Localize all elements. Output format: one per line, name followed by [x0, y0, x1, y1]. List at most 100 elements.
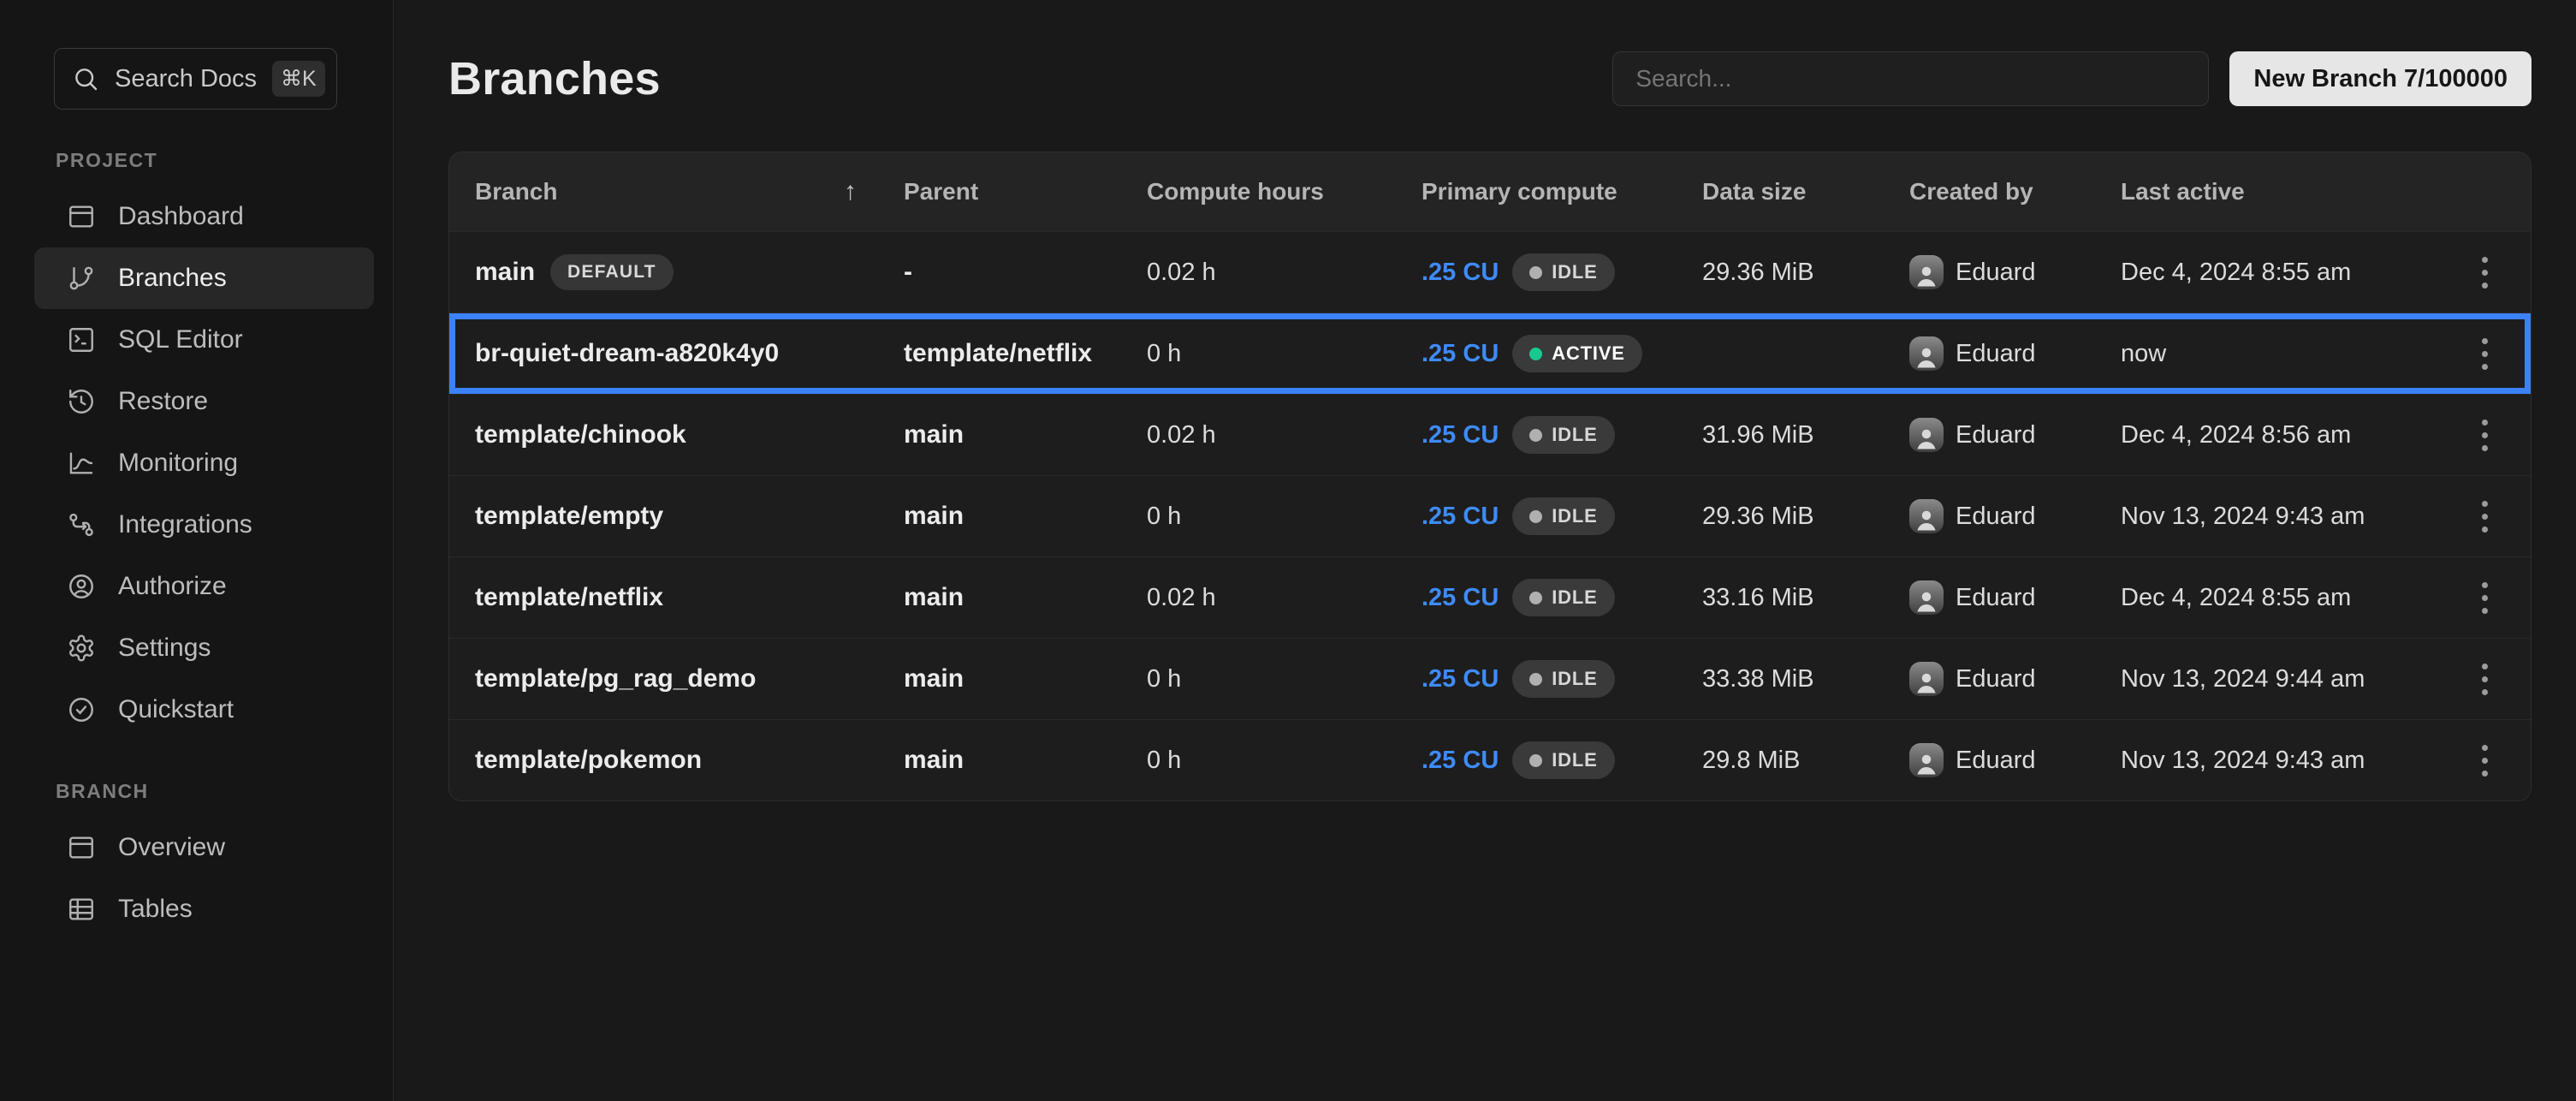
- status-label: IDLE: [1552, 749, 1597, 771]
- created-by-name: Eduard: [1956, 421, 2036, 449]
- search-docs-button[interactable]: Search Docs ⌘K: [54, 48, 337, 110]
- page-title: Branches: [448, 52, 661, 105]
- status-badge: IDLE: [1512, 253, 1614, 291]
- branch-name: br-quiet-dream-a820k4y0: [475, 339, 779, 368]
- status-badge: IDLE: [1512, 579, 1614, 616]
- compute-size-link[interactable]: .25 CU: [1422, 665, 1499, 693]
- sidebar-item-sql-editor[interactable]: SQL Editor: [34, 309, 374, 371]
- sidebar: Search Docs ⌘K PROJECT Dashboard Branche…: [0, 0, 394, 1101]
- status-badge: IDLE: [1512, 416, 1614, 454]
- row-menu-button[interactable]: [2461, 411, 2509, 459]
- last-active: Nov 13, 2024 9:43 am: [2121, 503, 2439, 531]
- table-row[interactable]: template/chinook main 0.02 h .25 CU IDLE…: [449, 394, 2531, 475]
- status-label: IDLE: [1552, 424, 1597, 446]
- nav-section-label: BRANCH: [56, 780, 374, 803]
- compute-hours: 0 h: [1147, 747, 1422, 775]
- table-row[interactable]: template/empty main 0 h .25 CU IDLE 29.3…: [449, 475, 2531, 556]
- column-header-created-by[interactable]: Created by: [1909, 178, 2121, 205]
- column-header-compute-hours[interactable]: Compute hours: [1147, 178, 1422, 205]
- restore-icon: [67, 387, 96, 416]
- status-badge: ACTIVE: [1512, 335, 1641, 372]
- row-menu-button[interactable]: [2461, 736, 2509, 784]
- compute-size-link[interactable]: .25 CU: [1422, 259, 1499, 287]
- parent-branch: template/netflix: [904, 339, 1147, 368]
- table-row[interactable]: br-quiet-dream-a820k4y0 template/netflix…: [449, 312, 2531, 394]
- compute-size-link[interactable]: .25 CU: [1422, 584, 1499, 612]
- compute-size-link[interactable]: .25 CU: [1422, 421, 1499, 449]
- sort-ascending-icon[interactable]: ↑: [844, 177, 857, 206]
- created-by-name: Eduard: [1956, 665, 2036, 693]
- column-header-last-active[interactable]: Last active: [2121, 178, 2439, 205]
- compute-hours: 0 h: [1147, 503, 1422, 531]
- main-content: Branches New Branch 7/100000 Branch ↑ Pa…: [394, 0, 2576, 1101]
- data-size: 33.38 MiB: [1702, 665, 1909, 693]
- last-active: Dec 4, 2024 8:55 am: [2121, 584, 2439, 612]
- compute-size-link[interactable]: .25 CU: [1422, 340, 1499, 368]
- created-by-name: Eduard: [1956, 584, 2036, 612]
- nav-section: PROJECT Dashboard Branches SQL Editor Re…: [34, 149, 374, 741]
- table-row[interactable]: main DEFAULT - 0.02 h .25 CU IDLE 29.36 …: [449, 231, 2531, 312]
- row-menu-button[interactable]: [2461, 574, 2509, 622]
- quickstart-icon: [67, 695, 96, 724]
- status-label: ACTIVE: [1552, 342, 1624, 365]
- sidebar-item-overview[interactable]: Overview: [34, 817, 374, 878]
- data-size: 29.8 MiB: [1702, 747, 1909, 775]
- compute-hours: 0.02 h: [1147, 259, 1422, 287]
- column-header-primary-compute[interactable]: Primary compute: [1422, 178, 1702, 205]
- status-label: IDLE: [1552, 668, 1597, 690]
- column-header-data-size[interactable]: Data size: [1702, 178, 1909, 205]
- compute-size-link[interactable]: .25 CU: [1422, 503, 1499, 531]
- table-row[interactable]: template/netflix main 0.02 h .25 CU IDLE…: [449, 556, 2531, 638]
- column-header-parent[interactable]: Parent: [904, 178, 1147, 205]
- compute-hours: 0.02 h: [1147, 421, 1422, 449]
- status-badge: IDLE: [1512, 741, 1614, 779]
- branches-table: Branch ↑ Parent Compute hours Primary co…: [448, 152, 2531, 801]
- row-menu-button[interactable]: [2461, 655, 2509, 703]
- sidebar-item-integrations[interactable]: Integrations: [34, 494, 374, 556]
- branch-name: template/pokemon: [475, 746, 702, 775]
- data-size: 31.96 MiB: [1702, 421, 1909, 449]
- dashboard-icon: [67, 202, 96, 231]
- status-label: IDLE: [1552, 586, 1597, 609]
- status-dot: [1529, 429, 1542, 442]
- compute-size-link[interactable]: .25 CU: [1422, 747, 1499, 775]
- table-row[interactable]: template/pg_rag_demo main 0 h .25 CU IDL…: [449, 638, 2531, 719]
- overview-icon: [67, 833, 96, 862]
- branch-name: main: [475, 258, 535, 287]
- status-dot: [1529, 510, 1542, 523]
- table-row[interactable]: template/pokemon main 0 h .25 CU IDLE 29…: [449, 719, 2531, 800]
- parent-branch: -: [904, 258, 1147, 287]
- branch-name: template/pg_rag_demo: [475, 664, 756, 693]
- sidebar-item-monitoring[interactable]: Monitoring: [34, 432, 374, 494]
- sidebar-item-quickstart[interactable]: Quickstart: [34, 679, 374, 741]
- status-badge: IDLE: [1512, 497, 1614, 535]
- column-header-branch[interactable]: Branch ↑: [475, 177, 904, 206]
- settings-icon: [67, 634, 96, 663]
- avatar: [1909, 662, 1944, 696]
- compute-hours: 0.02 h: [1147, 584, 1422, 612]
- status-dot: [1529, 266, 1542, 279]
- branch-search-input[interactable]: [1612, 51, 2209, 106]
- parent-branch: main: [904, 420, 1147, 449]
- table-header-row: Branch ↑ Parent Compute hours Primary co…: [449, 152, 2531, 231]
- sidebar-item-dashboard[interactable]: Dashboard: [34, 186, 374, 247]
- last-active: Nov 13, 2024 9:43 am: [2121, 747, 2439, 775]
- compute-hours: 0 h: [1147, 340, 1422, 368]
- status-label: IDLE: [1552, 261, 1597, 283]
- avatar: [1909, 499, 1944, 533]
- row-menu-button[interactable]: [2461, 248, 2509, 296]
- row-menu-button[interactable]: [2461, 492, 2509, 540]
- created-by-name: Eduard: [1956, 340, 2036, 368]
- parent-branch: main: [904, 502, 1147, 531]
- parent-branch: main: [904, 746, 1147, 775]
- row-menu-button[interactable]: [2461, 330, 2509, 378]
- sidebar-item-tables[interactable]: Tables: [34, 878, 374, 940]
- new-branch-button[interactable]: New Branch 7/100000: [2229, 51, 2531, 106]
- search-docs-shortcut: ⌘K: [272, 61, 325, 97]
- data-size: 29.36 MiB: [1702, 259, 1909, 287]
- sidebar-item-restore[interactable]: Restore: [34, 371, 374, 432]
- sidebar-item-authorize[interactable]: Authorize: [34, 556, 374, 617]
- last-active: Dec 4, 2024 8:56 am: [2121, 421, 2439, 449]
- sidebar-item-settings[interactable]: Settings: [34, 617, 374, 679]
- sidebar-item-branches[interactable]: Branches: [34, 247, 374, 309]
